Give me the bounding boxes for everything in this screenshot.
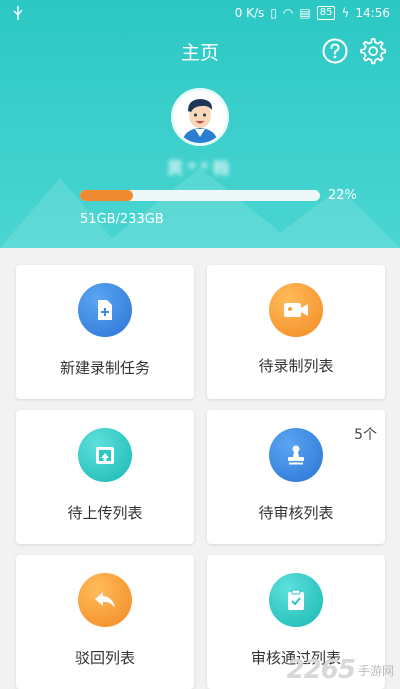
storage-percent: 22% (328, 188, 357, 203)
tile-label: 待上传列表 (67, 504, 143, 522)
video-camera-icon (269, 283, 323, 337)
watermark-suffix: 手游网 (357, 663, 394, 678)
gear-icon[interactable] (358, 37, 386, 65)
status-bar: 0 K/s ▯ ◠ ▤ 85 ϟ 14:56 (0, 0, 400, 28)
tile-pending-upload-list[interactable]: 待上传列表 (16, 410, 194, 544)
tile-pending-review-list[interactable]: 5个 待审核列表 (207, 410, 385, 544)
tile-label: 新建录制任务 (59, 359, 150, 377)
help-icon[interactable] (322, 38, 348, 64)
usb-icon (13, 6, 23, 20)
sim-icon: ▤ (299, 6, 311, 20)
clock: 14:56 (355, 6, 390, 20)
tile-label: 待审核列表 (258, 504, 334, 522)
wifi-icon: ◠ (282, 6, 294, 20)
tile-pending-recording-list[interactable]: 待录制列表 (207, 265, 385, 399)
stamp-icon (269, 428, 323, 482)
vibrate-icon: ▯ (270, 6, 277, 20)
watermark: 2265 手游网 (287, 655, 394, 685)
reply-arrow-icon (78, 573, 132, 627)
user-avatar-icon (174, 91, 226, 143)
charging-icon: ϟ (341, 6, 350, 20)
battery-indicator: 85 (316, 6, 336, 20)
storage-progress-bar (80, 190, 320, 201)
new-file-icon (78, 283, 132, 337)
pending-count-badge: 5个 (354, 427, 377, 443)
network-speed: 0 K/s (234, 6, 265, 20)
storage-usage: 51GB/233GB (80, 212, 164, 227)
watermark-brand: 2265 (286, 655, 356, 685)
tile-rejected-list[interactable]: 驳回列表 (16, 555, 194, 689)
tile-label: 待录制列表 (258, 357, 334, 375)
avatar[interactable] (171, 88, 229, 146)
storage-progress-fill (80, 190, 133, 201)
tile-new-recording-task[interactable]: 新建录制任务 (16, 265, 194, 399)
tile-label: 驳回列表 (74, 649, 135, 667)
upload-icon (78, 428, 132, 482)
username: 黄**翰 (166, 159, 234, 179)
clipboard-check-icon (269, 573, 323, 627)
